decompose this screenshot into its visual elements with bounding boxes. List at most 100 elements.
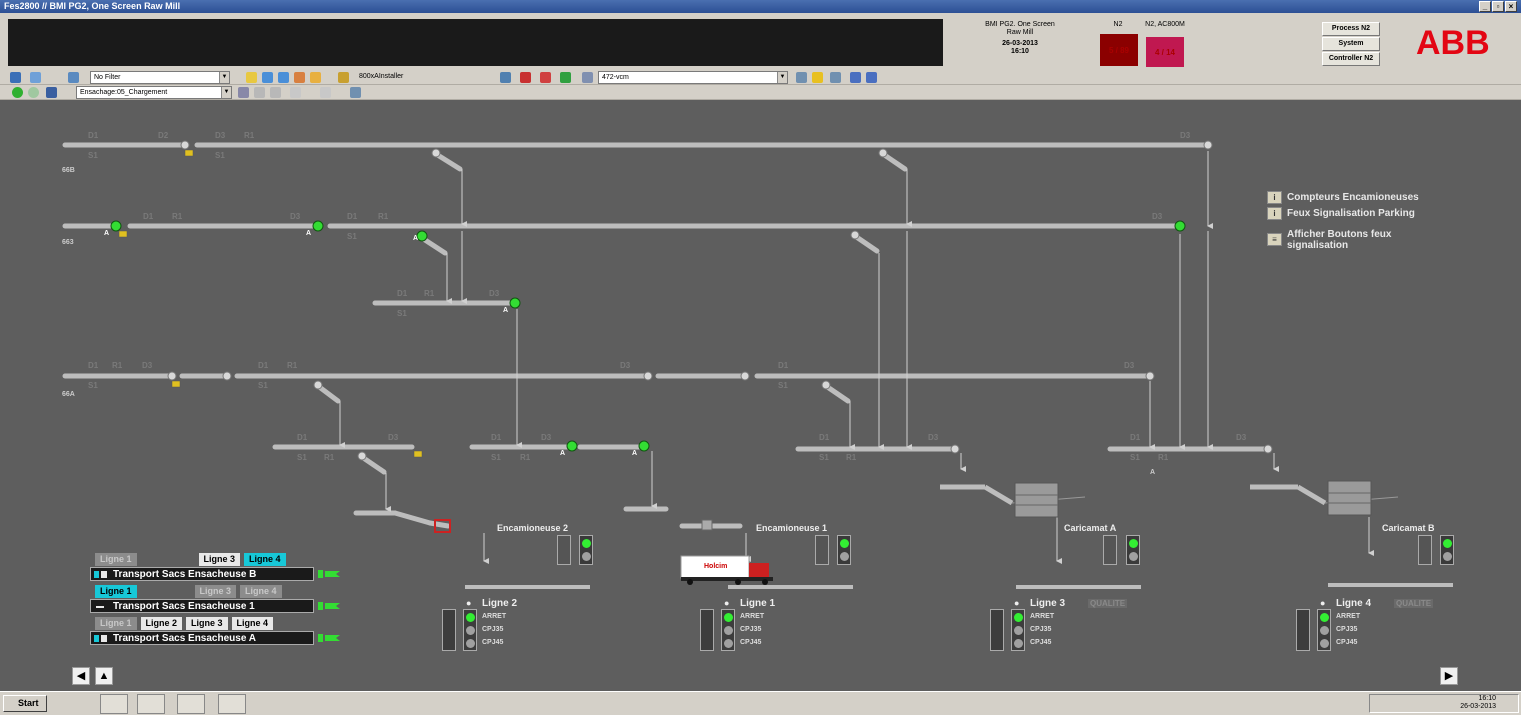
conveyor-label-d1: D1 (297, 433, 308, 442)
alarm-icon[interactable] (520, 72, 531, 83)
tool1-icon[interactable] (238, 87, 249, 98)
help-icon[interactable] (850, 72, 861, 83)
line-option[interactable]: CPJ35 (740, 626, 761, 633)
minimize-button[interactable]: _ (1479, 1, 1491, 12)
breadcrumb[interactable]: Ensachage:05_Chargement ▼ (76, 86, 232, 99)
parking-box-carb[interactable] (1418, 535, 1432, 565)
parking-box-enc2[interactable] (557, 535, 571, 565)
selector-box[interactable] (990, 609, 1004, 651)
maximize-button[interactable]: ▫ (1492, 1, 1504, 12)
process-n2-button[interactable]: Process N2 (1322, 22, 1380, 36)
filter-select[interactable]: No Filter ▼ (90, 71, 230, 84)
nav-right-button[interactable]: ▶ (1440, 667, 1458, 685)
green-flag-icon[interactable] (318, 601, 340, 611)
back-icon[interactable] (12, 87, 23, 98)
window-app-1[interactable] (137, 694, 165, 714)
conveyor-label-r1: R1 (244, 131, 255, 140)
start-button[interactable]: Start (3, 695, 47, 712)
print-icon[interactable] (830, 72, 841, 83)
line-option[interactable]: CPJ35 (482, 626, 503, 633)
ligne3-button-a[interactable]: Ligne 3 (186, 616, 228, 630)
network-icon[interactable] (500, 72, 511, 83)
ligne4-button-b[interactable]: Ligne 4 (244, 552, 286, 566)
ligne3-button-1[interactable]: Ligne 3 (194, 584, 237, 598)
tool2-icon[interactable] (254, 87, 265, 98)
filter-icon[interactable] (68, 72, 79, 83)
search-icon[interactable] (582, 72, 593, 83)
tool3-icon[interactable] (270, 87, 281, 98)
truck-logo: Holcim (704, 563, 728, 570)
line-option[interactable]: ARRET (1030, 613, 1054, 620)
legend-signals[interactable]: i Feux Signalisation Parking (1267, 207, 1415, 220)
ligne4-button-1[interactable]: Ligne 4 (240, 584, 282, 598)
search-select[interactable]: 472-vcm ▼ (598, 71, 788, 84)
tool4-icon[interactable] (290, 87, 301, 98)
conveyor-label-s1: S1 (778, 381, 788, 390)
green-flag-icon[interactable] (318, 633, 340, 643)
app-icon[interactable] (100, 694, 128, 714)
user-icon[interactable] (338, 72, 349, 83)
line-option[interactable]: ARRET (1336, 613, 1360, 620)
window-app-2[interactable] (177, 694, 205, 714)
ligne3-button-b[interactable]: Ligne 3 (198, 552, 241, 566)
selector-box[interactable] (442, 609, 456, 651)
line-option[interactable]: CPJ35 (1030, 626, 1051, 633)
tree-icon[interactable] (10, 72, 21, 83)
tool5-icon[interactable] (320, 87, 331, 98)
legend-toggle-buttons[interactable]: ≡ Afficher Boutons feux signalisation (1267, 229, 1427, 251)
window-icon[interactable] (262, 72, 273, 83)
binoculars-icon[interactable] (796, 72, 807, 83)
ligne1-button-b[interactable]: Ligne 1 (95, 552, 137, 566)
line-option[interactable]: CPJ45 (740, 639, 761, 646)
line-option[interactable]: CPJ45 (482, 639, 503, 646)
tool6-icon[interactable] (350, 87, 361, 98)
transport-ensacheuse-a[interactable]: Transport Sacs Ensacheuse A (90, 631, 314, 645)
ligne1-button-a[interactable]: Ligne 1 (95, 616, 137, 630)
qualite-button[interactable]: QUALITE (1394, 599, 1434, 608)
selector-box[interactable] (1296, 609, 1310, 651)
transport-ensacheuse-b[interactable]: Transport Sacs Ensacheuse B (90, 567, 314, 581)
trend-icon[interactable] (560, 72, 571, 83)
green-flag-icon[interactable] (318, 569, 340, 579)
system-button[interactable]: System (1322, 37, 1380, 51)
close-button[interactable]: × (1505, 1, 1517, 12)
line-option[interactable]: ARRET (740, 613, 764, 620)
conveyor-label-d1: D1 (258, 361, 269, 370)
forward-icon[interactable] (28, 87, 39, 98)
ligne2-button-a[interactable]: Ligne 2 (140, 616, 183, 630)
window-app-3[interactable] (218, 694, 246, 714)
ligne1-button-1[interactable]: Ligne 1 (95, 584, 137, 598)
browser-icon[interactable] (62, 694, 90, 714)
view-icon[interactable] (30, 72, 41, 83)
qualite-button[interactable]: QUALITE (1088, 599, 1128, 608)
legend-counters[interactable]: i Compteurs Encamioneuses (1267, 191, 1419, 204)
controller-n2-button[interactable]: Controller N2 (1322, 52, 1380, 66)
legend-counters-label: Compteurs Encamioneuses (1287, 192, 1419, 204)
nav-up-button[interactable]: ▲ (95, 667, 113, 685)
taskbar: Start 16:10 26-03-2013 (0, 691, 1521, 715)
line-dot: ● (724, 598, 730, 608)
nav-left-button[interactable]: ◀ (72, 667, 90, 685)
info-icon[interactable] (866, 72, 877, 83)
star-icon[interactable] (812, 72, 823, 83)
alarm-counter-n2[interactable]: 5 / 89 (1100, 34, 1138, 66)
window2-icon[interactable] (278, 72, 289, 83)
ligne4-button-a[interactable]: Ligne 4 (231, 616, 274, 630)
object-icon[interactable] (46, 87, 57, 98)
event-icon[interactable] (540, 72, 551, 83)
line-option[interactable]: CPJ35 (1336, 626, 1357, 633)
line-option[interactable]: CPJ45 (1336, 639, 1357, 646)
transport-ensacheuse-1[interactable]: Transport Sacs Ensacheuse 1 (90, 599, 314, 613)
parking-box-enc1[interactable] (815, 535, 829, 565)
selector-lights (1011, 609, 1025, 651)
open-icon[interactable] (294, 72, 305, 83)
caricamat-b (1250, 480, 1399, 516)
line-option[interactable]: CPJ45 (1030, 639, 1051, 646)
parking-box-cara[interactable] (1103, 535, 1117, 565)
selector-box[interactable] (700, 609, 714, 651)
play-icon[interactable] (246, 72, 257, 83)
line-option[interactable]: ARRET (482, 613, 506, 620)
app-window: Fes2800 // BMI PG2, One Screen Raw Mill … (0, 0, 1521, 715)
alarm-counter-ac800m[interactable]: 4 / 14 (1146, 37, 1184, 67)
folder-icon[interactable] (310, 72, 321, 83)
